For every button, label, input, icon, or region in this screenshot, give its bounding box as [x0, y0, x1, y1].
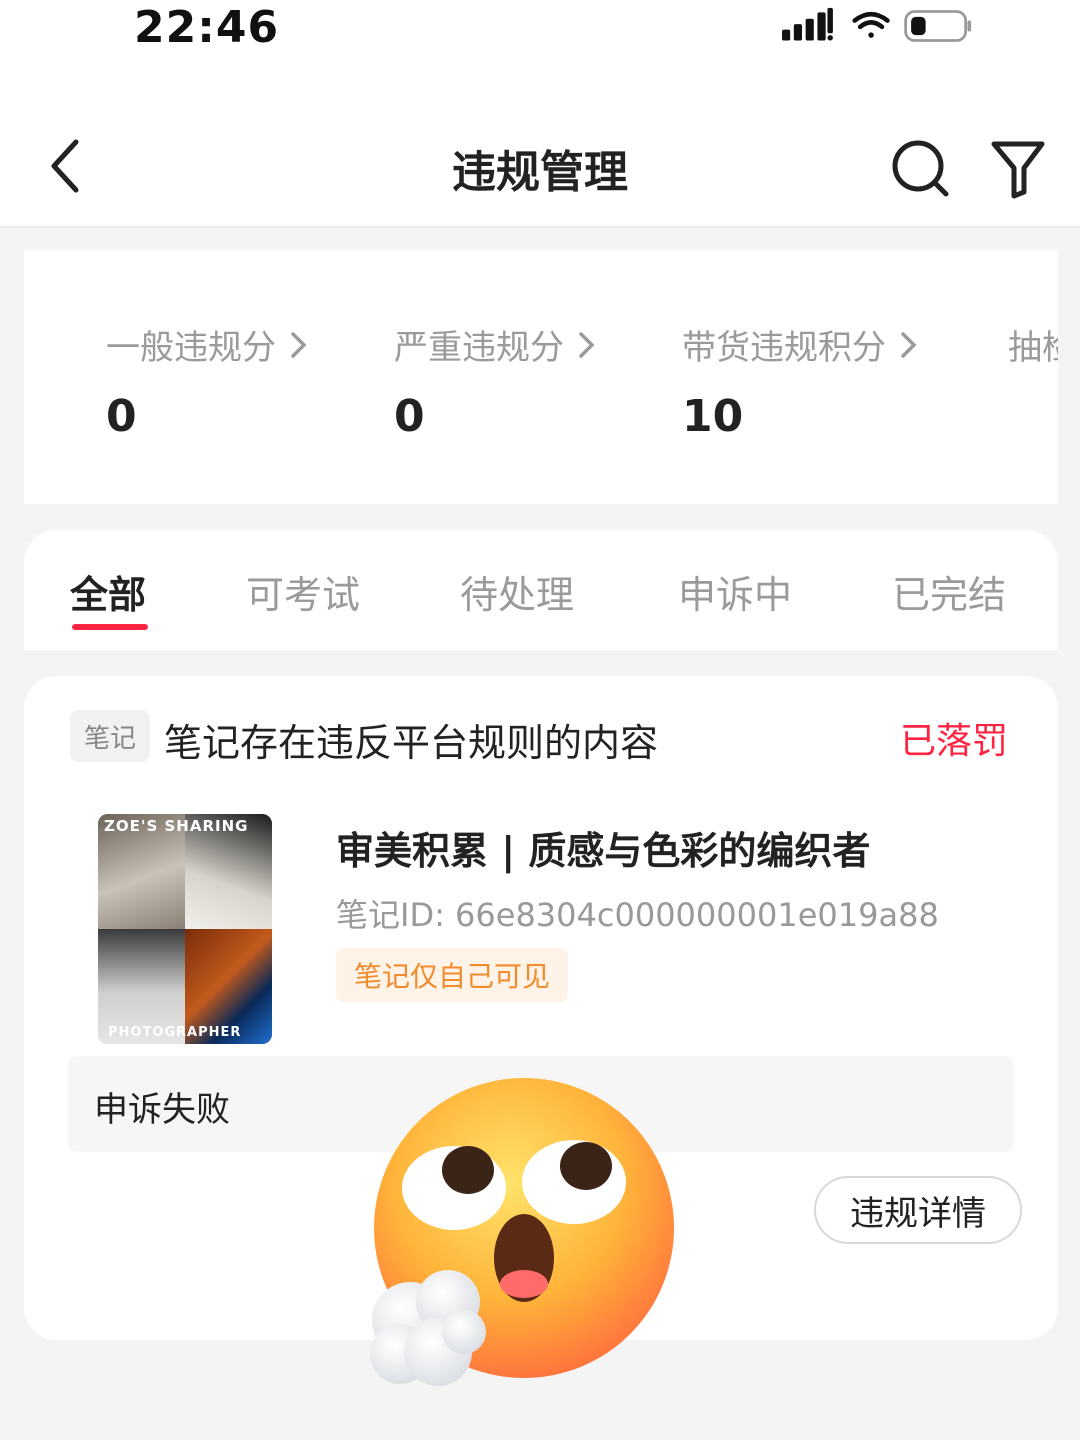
tab-pending[interactable]: 待处理: [460, 564, 574, 619]
score-general[interactable]: 一般违规分 0: [106, 320, 308, 442]
status-bar: 22:46: [0, 0, 1080, 100]
note-id: 笔记ID: 66e8304c000000001e019a88: [336, 896, 939, 934]
search-icon[interactable]: [886, 134, 956, 204]
navigation-bar: 违规管理: [0, 100, 1080, 228]
status-icons: [782, 7, 972, 42]
tab-appealing[interactable]: 申诉中: [678, 564, 792, 619]
battery-icon: [904, 10, 972, 42]
score-label: 一般违规分: [106, 328, 276, 368]
note-title[interactable]: 审美积累 | 质感与色彩的编织者: [336, 820, 870, 875]
note-thumbnail[interactable]: ZOE'S SHARING PHOTOGRAPHER: [98, 814, 272, 1044]
visibility-badge: 笔记仅自己可见: [336, 948, 569, 1002]
score-label: 抽检: [1008, 328, 1058, 368]
score-label: 严重违规分: [394, 328, 564, 368]
tab-completed[interactable]: 已完结: [892, 564, 1006, 619]
filter-icon[interactable]: [986, 134, 1050, 204]
violation-detail-button[interactable]: 违规详情: [814, 1176, 1022, 1244]
thumbnail-caption-bottom: PHOTOGRAPHER: [108, 1025, 242, 1040]
chevron-right-icon: [291, 331, 307, 358]
appeal-result: 申诉失败: [94, 1090, 230, 1130]
type-badge: 笔记: [70, 710, 150, 762]
score-spotcheck[interactable]: 抽检: [1008, 320, 1058, 369]
violation-title: 笔记存在违反平台规则的内容: [164, 721, 659, 765]
score-value: 0: [394, 391, 425, 442]
score-label: 带货违规积分: [682, 328, 886, 368]
score-value: 10: [682, 391, 744, 442]
violation-scores-card: 一般违规分 0 严重违规分 0 带货违规积分 10 抽检: [24, 250, 1058, 504]
status-time: 22:46: [134, 2, 280, 53]
tab-exam-available[interactable]: 可考试: [246, 564, 360, 619]
chevron-right-icon: [901, 331, 917, 358]
wifi-icon: [852, 11, 890, 38]
active-tab-indicator: [72, 624, 148, 630]
score-ecommerce[interactable]: 带货违规积分 10: [682, 320, 918, 442]
sighing-face-emoji: [370, 1078, 674, 1386]
violation-status: 已落罚: [899, 721, 1008, 762]
status-tabs: 全部 可考试 待处理 申诉中 已完结: [24, 530, 1058, 650]
score-value: 0: [106, 391, 137, 442]
tab-all[interactable]: 全部: [70, 564, 146, 619]
chevron-right-icon: [579, 331, 595, 358]
signal-icon: [782, 7, 833, 41]
thumbnail-caption-top: ZOE'S SHARING: [104, 817, 249, 835]
score-serious[interactable]: 严重违规分 0: [394, 320, 596, 442]
